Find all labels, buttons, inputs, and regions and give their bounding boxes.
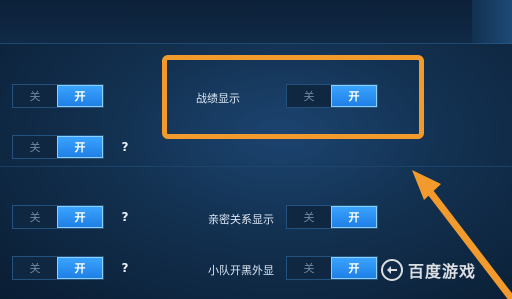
watermark-text: 百度游戏 bbox=[408, 262, 477, 281]
annotation-arrow bbox=[412, 170, 512, 299]
watermark-logo-icon bbox=[381, 259, 403, 281]
watermark: 百度游戏 bbox=[380, 256, 476, 284]
